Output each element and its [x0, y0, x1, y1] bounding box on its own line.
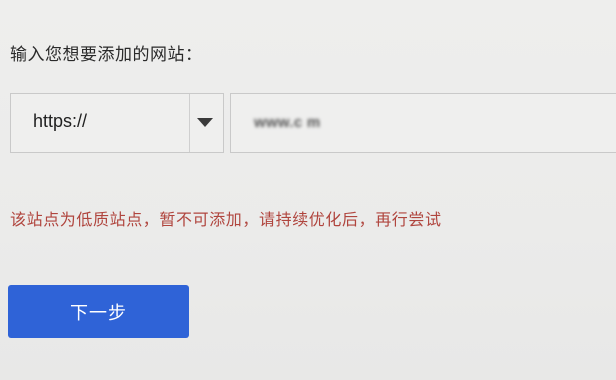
add-site-page: 输入您想要添加的网站： https:// www.c m 该站点为低质站点，暂不… [0, 0, 616, 380]
prompt-label: 输入您想要添加的网站： [10, 45, 203, 65]
error-message: 该站点为低质站点，暂不可添加，请持续优化后，再行尝试 [10, 210, 442, 229]
protocol-selected-value: https:// [33, 111, 88, 131]
chevron-down-icon[interactable] [197, 118, 213, 127]
next-step-button[interactable]: 下一步 [8, 285, 189, 338]
domain-input[interactable] [230, 93, 616, 153]
url-input-row: https:// www.c m [10, 93, 616, 153]
protocol-select[interactable]: https:// [10, 93, 224, 153]
select-divider [189, 94, 190, 152]
